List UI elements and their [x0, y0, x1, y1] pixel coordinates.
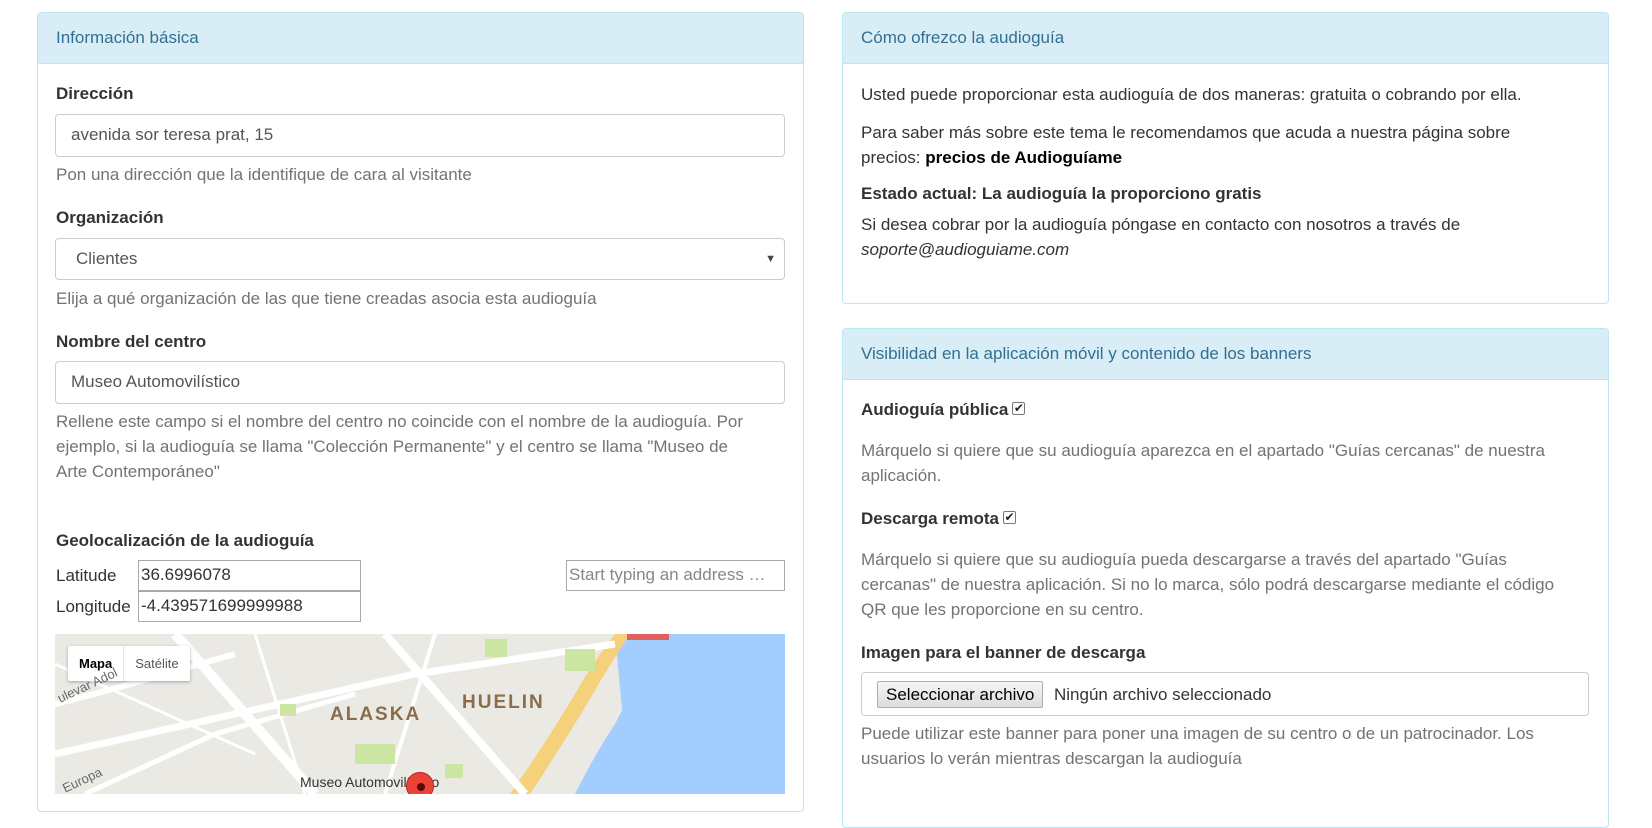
address-search-placeholder: Start typing an address …	[569, 565, 766, 584]
offer-pricing-prefix: precios:	[861, 148, 926, 167]
offer-pricing-line-2: precios: precios de Audioguíame	[861, 145, 1510, 170]
map-area-alaska: ALASKA	[330, 704, 422, 725]
organization-help: Elija a qué organización de las que tien…	[56, 289, 597, 308]
remote-download-checkbox[interactable]: ✔	[1002, 511, 1016, 524]
remote-help-line-2: cercanas" de nuestra aplicación. Si no l…	[861, 575, 1555, 594]
chevron-down-icon: ▼	[765, 253, 776, 265]
offer-contact-line: Si desea cobrar por la audioguía póngase…	[861, 215, 1461, 234]
public-audioguide-label: Audioguía pública	[861, 400, 1009, 419]
choose-file-button[interactable]: Seleccionar archivo	[877, 681, 1044, 708]
satellite-view-button[interactable]: Satélite	[124, 646, 189, 681]
geolocation-map[interactable]: Mapa Satélite ALASKA HUELIN ulevar Adol …	[55, 634, 785, 794]
banner-help: Puede utilizar este banner para poner un…	[861, 721, 1534, 771]
remote-download-row: Descarga remota ✔	[861, 509, 1016, 529]
banner-image-label: Imagen para el banner de descarga	[861, 643, 1146, 662]
center-name-input[interactable]: Museo Automovilístico	[55, 361, 785, 404]
organization-select[interactable]: Clientes ▼	[55, 238, 785, 280]
organization-selected: Clientes	[76, 249, 138, 268]
offer-status: Estado actual: La audioguía la proporcio…	[861, 184, 1262, 203]
banner-file-input[interactable]: Seleccionar archivo Ningún archivo selec…	[861, 672, 1589, 716]
address-input-value: avenida sor teresa prat, 15	[71, 125, 274, 144]
offer-heading: Cómo ofrezco la audioguía	[843, 13, 1608, 64]
offer-pricing-line-1: Para saber más sobre este tema le recome…	[861, 123, 1511, 142]
banner-help-line-2: usuarios lo verán mientras descargan la …	[861, 749, 1242, 768]
longitude-label: Longitude	[56, 597, 131, 616]
latitude-value: 36.6996078	[141, 565, 231, 584]
longitude-input[interactable]: -4.439571699999988	[138, 591, 361, 622]
offer-contact: Si desea cobrar por la audioguía póngase…	[861, 212, 1460, 262]
visibility-heading: Visibilidad en la aplicación móvil y con…	[843, 329, 1608, 380]
map-area-huelin: HUELIN	[462, 692, 545, 713]
public-audioguide-checkbox[interactable]: ✔	[1012, 402, 1026, 415]
remote-help-line-1: Márquelo si quiere que su audioguía pued…	[861, 550, 1507, 569]
address-help: Pon una dirección que la identifique de …	[56, 165, 472, 184]
file-status: Ningún archivo seleccionado	[1054, 685, 1272, 704]
contact-email: soporte@audioguiame.com	[861, 240, 1070, 259]
remote-download-help: Márquelo si quiere que su audioguía pued…	[861, 547, 1554, 622]
address-input[interactable]: avenida sor teresa prat, 15	[55, 114, 785, 157]
center-help-line-2: ejemplo, si la audioguía se llama "Colec…	[56, 437, 729, 456]
public-audioguide-row: Audioguía pública ✔	[861, 400, 1026, 420]
center-help-line-1: Rellene este campo si el nombre del cent…	[56, 412, 744, 431]
pricing-link[interactable]: precios de Audioguíame	[925, 148, 1122, 167]
latitude-input[interactable]: 36.6996078	[138, 560, 361, 591]
center-help-line-3: Arte Contemporáneo"	[56, 462, 220, 481]
geolocation-label: Geolocalización de la audioguía	[56, 531, 314, 550]
basic-info-heading: Información básica	[38, 13, 803, 64]
latitude-label: Latitude	[56, 566, 117, 585]
remote-download-label: Descarga remota	[861, 509, 999, 528]
public-help-line-1: Márquelo si quiere que su audioguía apar…	[861, 441, 1546, 460]
offer-pricing-info: Para saber más sobre este tema le recome…	[861, 120, 1510, 170]
longitude-value: -4.439571699999988	[141, 596, 303, 615]
address-search-input[interactable]: Start typing an address …	[566, 560, 785, 591]
public-audioguide-help: Márquelo si quiere que su audioguía apar…	[861, 438, 1545, 488]
organization-label: Organización	[56, 208, 164, 227]
banner-help-line-1: Puede utilizar este banner para poner un…	[861, 724, 1534, 743]
center-name-value: Museo Automovilístico	[71, 372, 241, 391]
center-name-help: Rellene este campo si el nombre del cent…	[56, 409, 781, 484]
offer-intro: Usted puede proporcionar esta audioguía …	[861, 85, 1522, 104]
remote-help-line-3: QR que les proporcione en su centro.	[861, 600, 1144, 619]
map-marker-icon[interactable]	[406, 772, 434, 794]
center-name-label: Nombre del centro	[56, 332, 207, 351]
map-type-control: Mapa Satélite	[68, 646, 190, 681]
public-help-line-2: aplicación.	[861, 466, 942, 485]
address-label: Dirección	[56, 84, 134, 103]
